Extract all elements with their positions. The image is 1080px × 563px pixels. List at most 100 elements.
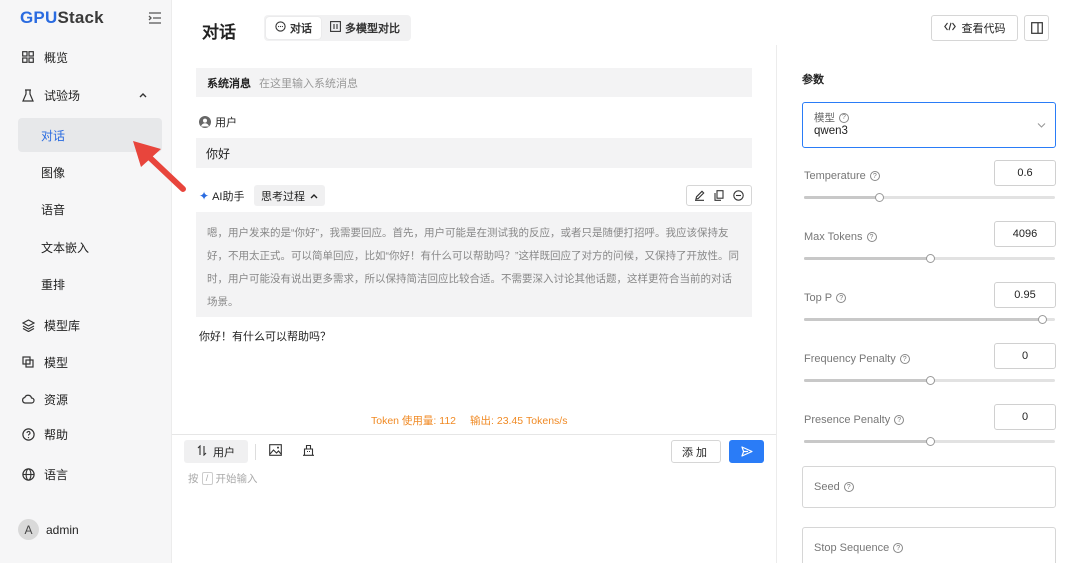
stop-sequence-label: Stop Sequence [814, 542, 890, 554]
output-speed: 输出: 23.45 Tokens/s [470, 415, 568, 427]
sidebar-item-label: 文本嵌入 [41, 240, 90, 255]
sidebar-item-playground[interactable]: 试验场 [0, 78, 172, 112]
seed-label: Seed [814, 481, 840, 493]
param-slider[interactable] [804, 376, 1055, 385]
code-icon [943, 22, 956, 34]
param-label: Temperature? [804, 170, 880, 182]
param-value-input[interactable]: 0.95 [994, 282, 1056, 308]
sidebar-item-audio[interactable]: 语音 [0, 192, 172, 226]
tab-label: 多模型对比 [345, 23, 400, 35]
param-label: Max Tokens? [804, 231, 877, 243]
remove-circle-icon[interactable] [733, 190, 745, 201]
sidebar-item-label: 概览 [44, 50, 69, 65]
param-value-input[interactable]: 4096 [994, 221, 1056, 247]
copy-icon[interactable] [714, 190, 724, 201]
sidebar-item-help[interactable]: 帮助 [0, 417, 172, 451]
param-slider[interactable] [804, 193, 1055, 202]
help-icon: ? [843, 482, 854, 492]
param-label: Frequency Penalty? [804, 353, 910, 365]
param-slider[interactable] [804, 254, 1055, 263]
mode-tabs: 对话 多模型对比 [264, 15, 411, 41]
param-slider[interactable] [804, 315, 1055, 324]
user-menu[interactable]: A admin [18, 519, 79, 540]
role-switch-button[interactable]: 用户 [184, 440, 248, 463]
sidebar-item-overview[interactable]: 概览 [0, 40, 172, 74]
sidebar-item-model-catalog[interactable]: 模型库 [0, 308, 172, 342]
sidebar-item-resources[interactable]: 资源 [0, 382, 172, 416]
add-message-button[interactable]: 添加 [671, 440, 721, 463]
slider-handle[interactable] [925, 437, 935, 446]
chevron-down-icon [1037, 123, 1046, 128]
page-title: 对话 [202, 23, 236, 42]
image-upload-icon[interactable] [269, 444, 282, 459]
help-icon: ? [899, 354, 910, 364]
seed-field[interactable]: Seed? [802, 466, 1056, 508]
slider-handle[interactable] [925, 254, 935, 263]
param-value-input[interactable]: 0.6 [994, 160, 1056, 186]
sidebar-item-label: 图像 [41, 165, 66, 180]
toggle-panel-button[interactable] [1024, 15, 1049, 41]
panel-layout-icon [1030, 22, 1043, 34]
sidebar-item-rerank[interactable]: 重排 [0, 267, 172, 301]
hint-suffix: 开始输入 [215, 473, 258, 485]
user-role-label: 用户 [199, 114, 237, 130]
param-value-input[interactable]: 0 [994, 343, 1056, 369]
sidebar-item-label: 重排 [41, 277, 66, 292]
model-select[interactable]: 模型? qwen3 [802, 102, 1056, 148]
help-icon: ? [839, 112, 849, 123]
sidebar-item-label: 资源 [44, 392, 69, 407]
message-input[interactable]: 按 / 开始输入 [188, 471, 258, 486]
param-value-input[interactable]: 0 [994, 404, 1056, 430]
assistant-role-text: AI助手 [212, 191, 245, 203]
chevron-up-icon [310, 193, 318, 198]
slider-fill [804, 440, 930, 443]
system-message-placeholder: 在这里输入系统消息 [259, 77, 358, 90]
param-label-text: Top P [804, 292, 833, 304]
tab-chat[interactable]: 对话 [266, 17, 321, 39]
thinking-toggle[interactable]: 思考过程 [254, 185, 325, 206]
building-icon[interactable] [302, 444, 315, 459]
sidebar-item-chat[interactable]: 对话 [18, 118, 162, 152]
chevron-up-icon [139, 93, 147, 98]
send-button[interactable] [729, 440, 764, 463]
view-code-label: 查看代码 [961, 23, 1006, 35]
param-label-text: Frequency Penalty [804, 353, 896, 365]
system-message-label: 系统消息 [207, 77, 251, 90]
role-switch-label: 用户 [213, 446, 235, 459]
model-label-text: 模型 [814, 112, 835, 124]
layers-icon [21, 318, 35, 332]
slider-handle[interactable] [925, 376, 935, 385]
sidebar-item-label: 模型 [44, 355, 69, 370]
hint-key: / [201, 472, 213, 485]
sidebar-item-label: 帮助 [44, 427, 69, 442]
help-icon: ? [866, 232, 877, 242]
param-label-text: Temperature [804, 170, 866, 182]
logo[interactable]: GPUStack [20, 8, 104, 28]
hint-prefix: 按 [188, 473, 199, 485]
collapse-menu-icon[interactable] [148, 12, 162, 24]
sidebar-item-label: 模型库 [44, 318, 81, 333]
question-circle-icon [21, 427, 35, 441]
toolbar-divider [255, 444, 256, 460]
user-role-text: 用户 [215, 117, 237, 129]
model-label: 模型? [814, 110, 849, 125]
stop-sequence-field[interactable]: Stop Sequence? [802, 527, 1056, 563]
help-icon: ? [893, 543, 904, 553]
assistant-reply: 你好！有什么可以帮助吗？ [199, 331, 331, 343]
system-message-field[interactable]: 系统消息 在这里输入系统消息 [196, 68, 752, 97]
param-slider[interactable] [804, 437, 1055, 446]
sidebar-item-language[interactable]: 语言 [0, 457, 172, 491]
sidebar-item-image[interactable]: 图像 [0, 155, 172, 189]
view-code-button[interactable]: 查看代码 [931, 15, 1018, 41]
slider-fill [804, 318, 1043, 321]
edit-icon[interactable] [694, 190, 705, 201]
user-message-text: 你好 [206, 146, 231, 161]
send-icon [740, 446, 753, 457]
param-label: Top P? [804, 292, 847, 304]
sidebar-item-models[interactable]: 模型 [0, 345, 172, 379]
param-label-text: Presence Penalty [804, 414, 891, 426]
tab-compare[interactable]: 多模型对比 [321, 17, 409, 39]
sidebar-item-embedding[interactable]: 文本嵌入 [0, 230, 172, 264]
usage-stats: Token 使用量: 112 输出: 23.45 Tokens/s [371, 413, 567, 428]
user-message[interactable]: 你好 [196, 138, 752, 168]
